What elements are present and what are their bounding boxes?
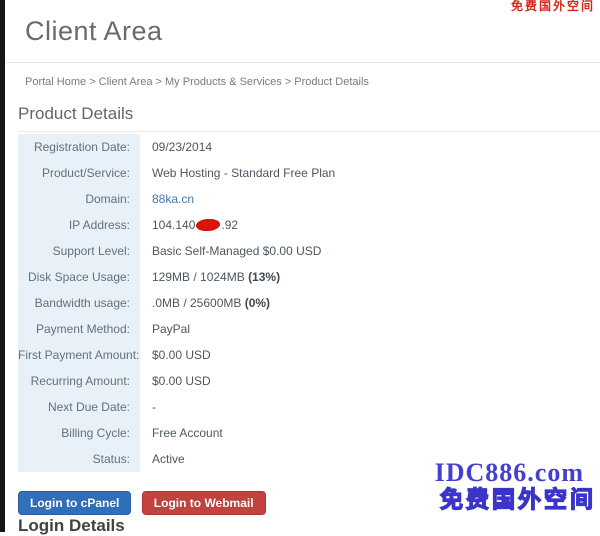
section-title-login-details: Login Details (18, 516, 125, 536)
table-row: Product/Service: Web Hosting - Standard … (18, 160, 578, 186)
row-label: Domain: (18, 186, 140, 212)
row-value: .0MB / 25600MB (0%) (140, 290, 578, 316)
breadcrumb[interactable]: Portal Home > Client Area > My Products … (25, 76, 369, 88)
left-edge-bar (0, 0, 5, 532)
table-row: Recurring Amount: $0.00 USD (18, 368, 578, 394)
title-divider (6, 62, 600, 63)
value-bold-text: (0%) (245, 296, 270, 310)
table-row: Registration Date: 09/23/2014 (18, 134, 578, 160)
table-row: Support Level: Basic Self-Managed $0.00 … (18, 238, 578, 264)
row-label: Recurring Amount: (18, 368, 140, 394)
row-value: Free Account (140, 420, 578, 446)
value-text: .0MB / 25600MB (152, 296, 245, 310)
value-text: Basic Self-Managed $0.00 USD (152, 244, 321, 258)
login-to-webmail-button[interactable]: Login to Webmail (142, 491, 266, 515)
row-value: $0.00 USD (140, 368, 578, 394)
table-row: Domain: 88ka.cn (18, 186, 578, 212)
action-buttons: Login to cPanel Login to Webmail (18, 491, 272, 515)
table-row: First Payment Amount: $0.00 USD (18, 342, 578, 368)
value-text: Free Account (152, 426, 223, 440)
value-text: 129MB / 1024MB (152, 270, 248, 284)
row-value: 104.140 .92 (140, 212, 578, 238)
row-value: 09/23/2014 (140, 134, 578, 160)
row-label: Product/Service: (18, 160, 140, 186)
watermark-top-right: 免费国外空间 (511, 0, 595, 13)
value-text: Active (152, 452, 185, 466)
value-text: 104.140 (152, 218, 195, 232)
row-value: Basic Self-Managed $0.00 USD (140, 238, 578, 264)
row-label: IP Address: (18, 212, 140, 238)
row-value: $0.00 USD (140, 342, 578, 368)
row-value: 88ka.cn (140, 186, 578, 212)
row-value: 129MB / 1024MB (13%) (140, 264, 578, 290)
value-text: PayPal (152, 322, 190, 336)
value-text: .92 (221, 218, 238, 232)
table-row: Payment Method: PayPal (18, 316, 578, 342)
redaction-blob (196, 218, 221, 232)
watermark-brand: IDC886.com (435, 460, 584, 486)
value-text: Web Hosting - Standard Free Plan (152, 166, 335, 180)
row-value: PayPal (140, 316, 578, 342)
row-value: Web Hosting - Standard Free Plan (140, 160, 578, 186)
row-label: Payment Method: (18, 316, 140, 342)
table-row: Billing Cycle: Free Account (18, 420, 578, 446)
product-details-table: Registration Date: 09/23/2014 Product/Se… (18, 134, 578, 472)
row-label: Status: (18, 446, 140, 472)
value-text: 09/23/2014 (152, 140, 212, 154)
value-bold-text: (13%) (248, 270, 280, 284)
row-label: Registration Date: (18, 134, 140, 160)
watermark-slogan: 免费国外空间 (440, 487, 596, 513)
table-row: Bandwidth usage: .0MB / 25600MB (0%) (18, 290, 578, 316)
row-label: Bandwidth usage: (18, 290, 140, 316)
row-value: - (140, 394, 578, 420)
domain-link[interactable]: 88ka.cn (152, 192, 194, 206)
table-row: IP Address: 104.140 .92 (18, 212, 578, 238)
row-label: Billing Cycle: (18, 420, 140, 446)
section-title-product-details: Product Details (18, 104, 600, 132)
login-to-cpanel-button[interactable]: Login to cPanel (18, 491, 131, 515)
table-row: Disk Space Usage: 129MB / 1024MB (13%) (18, 264, 578, 290)
row-label: Next Due Date: (18, 394, 140, 420)
value-text: $0.00 USD (152, 374, 211, 388)
row-label: First Payment Amount: (18, 342, 140, 368)
value-text: - (152, 400, 156, 414)
page-title: Client Area (25, 16, 163, 47)
table-row: Next Due Date: - (18, 394, 578, 420)
value-text: $0.00 USD (152, 348, 211, 362)
row-label: Disk Space Usage: (18, 264, 140, 290)
row-label: Support Level: (18, 238, 140, 264)
